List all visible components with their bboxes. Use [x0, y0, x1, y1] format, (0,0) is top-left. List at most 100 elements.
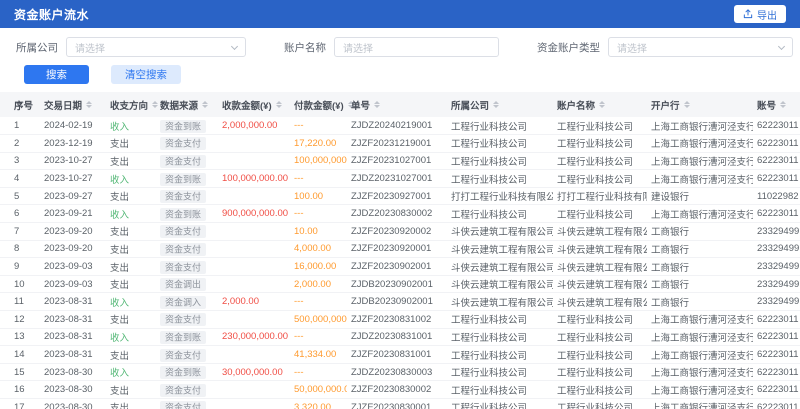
sort-icon[interactable] — [202, 101, 208, 108]
sort-icon[interactable] — [276, 101, 282, 108]
direction-label: 收入 — [110, 175, 129, 186]
sort-desc-caret[interactable] — [684, 105, 690, 108]
payment-amount: 2,000.00 — [294, 279, 331, 290]
cell-date: 2024-02-19 — [40, 117, 106, 135]
column-label: 账号 — [757, 98, 776, 112]
cell-index: 14 — [0, 346, 40, 364]
cell-company: 斗侠云建筑工程有限公司 — [447, 293, 553, 311]
sort-icon[interactable] — [493, 101, 499, 108]
account-name-input[interactable]: 请选择 — [334, 37, 499, 57]
cell-direction: 收入 — [106, 293, 156, 311]
sort-asc-caret[interactable] — [599, 101, 605, 104]
sort-asc-caret[interactable] — [780, 101, 786, 104]
cell-doc-no: ZJZF20230920001 — [347, 240, 447, 258]
sort-icon[interactable] — [780, 101, 786, 108]
cell-receipt-amount — [218, 399, 290, 409]
cell-date: 2023-09-20 — [40, 240, 106, 258]
table-row: 102023-09-03支出资金调出2,000.00ZJDB2023090200… — [0, 275, 800, 293]
direction-label: 支出 — [110, 157, 129, 168]
sort-desc-caret[interactable] — [599, 105, 605, 108]
column-header-direction[interactable]: 收支方向 — [106, 92, 156, 117]
table-row: 142023-08-31支出资金支付41,334.00ZJZF202308310… — [0, 346, 800, 364]
sort-desc-caret[interactable] — [202, 105, 208, 108]
column-header-date[interactable]: 交易日期 — [40, 92, 106, 117]
cell-index: 15 — [0, 363, 40, 381]
cell-account-no: 62223011 — [753, 399, 800, 409]
search-button[interactable]: 搜索 — [24, 65, 89, 84]
cell-payment-amount: 100.00 — [290, 187, 347, 205]
sort-desc-caret[interactable] — [276, 105, 282, 108]
sort-icon[interactable] — [86, 101, 92, 108]
cell-payment-amount: 4,000.00 — [290, 240, 347, 258]
cell-direction: 收入 — [106, 117, 156, 135]
column-header-source[interactable]: 数据来源 — [156, 92, 218, 117]
column-header-company[interactable]: 所属公司 — [447, 92, 553, 117]
cell-date: 2023-08-31 — [40, 311, 106, 329]
cell-company: 工程行业科技公司 — [447, 135, 553, 153]
cell-account-no: 11022982 — [753, 187, 800, 205]
cell-payment-amount: --- — [290, 117, 347, 135]
sort-icon[interactable] — [374, 101, 380, 108]
cell-company: 斗侠云建筑工程有限公司 — [447, 275, 553, 293]
sort-asc-caret[interactable] — [86, 101, 92, 104]
payment-amount: --- — [294, 173, 304, 184]
sort-icon[interactable] — [599, 101, 605, 108]
account-type-select[interactable]: 请选择 — [608, 37, 793, 57]
cell-company: 斗侠云建筑工程有限公司 — [447, 223, 553, 241]
table-row: 12024-02-19收入资金到账2,000,000.00---ZJDZ2024… — [0, 117, 800, 135]
cell-source: 资金支付 — [156, 223, 218, 241]
payment-amount: 50,000,000.00 — [294, 384, 347, 395]
column-header-account_no[interactable]: 账号 — [753, 92, 800, 117]
cell-payment-amount: 3,320.00 — [290, 399, 347, 409]
cell-account-name: 斗侠云建筑工程有限公司 — [553, 293, 647, 311]
column-header-doc_no[interactable]: 单号 — [347, 92, 447, 117]
sort-asc-caret[interactable] — [202, 101, 208, 104]
sort-asc-caret[interactable] — [276, 101, 282, 104]
sort-desc-caret[interactable] — [374, 105, 380, 108]
company-select[interactable]: 请选择 — [66, 37, 246, 57]
table-row: 112023-08-31收入资金调入2,000.00---ZJDB2023090… — [0, 293, 800, 311]
direction-label: 收入 — [110, 210, 129, 221]
direction-label: 支出 — [110, 263, 129, 274]
export-button[interactable]: 导出 — [734, 5, 786, 23]
cell-doc-no: ZJDZ20231027001 — [347, 170, 447, 188]
clear-search-button[interactable]: 清空搜索 — [111, 65, 181, 84]
cell-direction: 收入 — [106, 363, 156, 381]
sort-asc-caret[interactable] — [684, 101, 690, 104]
cell-payment-amount: --- — [290, 170, 347, 188]
cell-receipt-amount — [218, 258, 290, 276]
column-header-receipt[interactable]: 收款金额(¥) — [218, 92, 290, 117]
table-row: 122023-08-31支出资金支付500,000,000.00ZJZF2023… — [0, 311, 800, 329]
column-header-account[interactable]: 账户名称 — [553, 92, 647, 117]
sort-asc-caret[interactable] — [493, 101, 499, 104]
sort-icon[interactable] — [152, 101, 158, 108]
column-label: 单号 — [351, 98, 370, 112]
cell-direction: 支出 — [106, 311, 156, 329]
cell-account-no: 62223011 — [753, 205, 800, 223]
source-badge: 资金支付 — [160, 349, 206, 362]
sort-desc-caret[interactable] — [780, 105, 786, 108]
cell-receipt-amount — [218, 187, 290, 205]
column-header-bank[interactable]: 开户行 — [647, 92, 753, 117]
sort-asc-caret[interactable] — [152, 101, 158, 104]
cell-date: 2023-08-30 — [40, 381, 106, 399]
sort-desc-caret[interactable] — [493, 105, 499, 108]
cell-receipt-amount — [218, 346, 290, 364]
sort-icon[interactable] — [684, 101, 690, 108]
cell-doc-no: ZJZF20230831002 — [347, 311, 447, 329]
cell-date: 2023-09-03 — [40, 275, 106, 293]
source-badge: 资金支付 — [160, 190, 206, 203]
payment-amount: 17,220.00 — [294, 138, 336, 149]
sort-desc-caret[interactable] — [86, 105, 92, 108]
sort-desc-caret[interactable] — [152, 105, 158, 108]
page-title: 资金账户流水 — [14, 6, 89, 23]
cell-payment-amount: 50,000,000.00 — [290, 381, 347, 399]
cell-account-no: 62223011 — [753, 328, 800, 346]
sort-asc-caret[interactable] — [374, 101, 380, 104]
cell-company: 工程行业科技公司 — [447, 346, 553, 364]
cell-receipt-amount — [218, 381, 290, 399]
cell-account-no: 23329499 — [753, 223, 800, 241]
column-header-payment[interactable]: 付款金额(¥) — [290, 92, 347, 117]
cell-company: 工程行业科技公司 — [447, 117, 553, 135]
cell-bank: 上海工商银行漕河泾支行 — [647, 346, 753, 364]
